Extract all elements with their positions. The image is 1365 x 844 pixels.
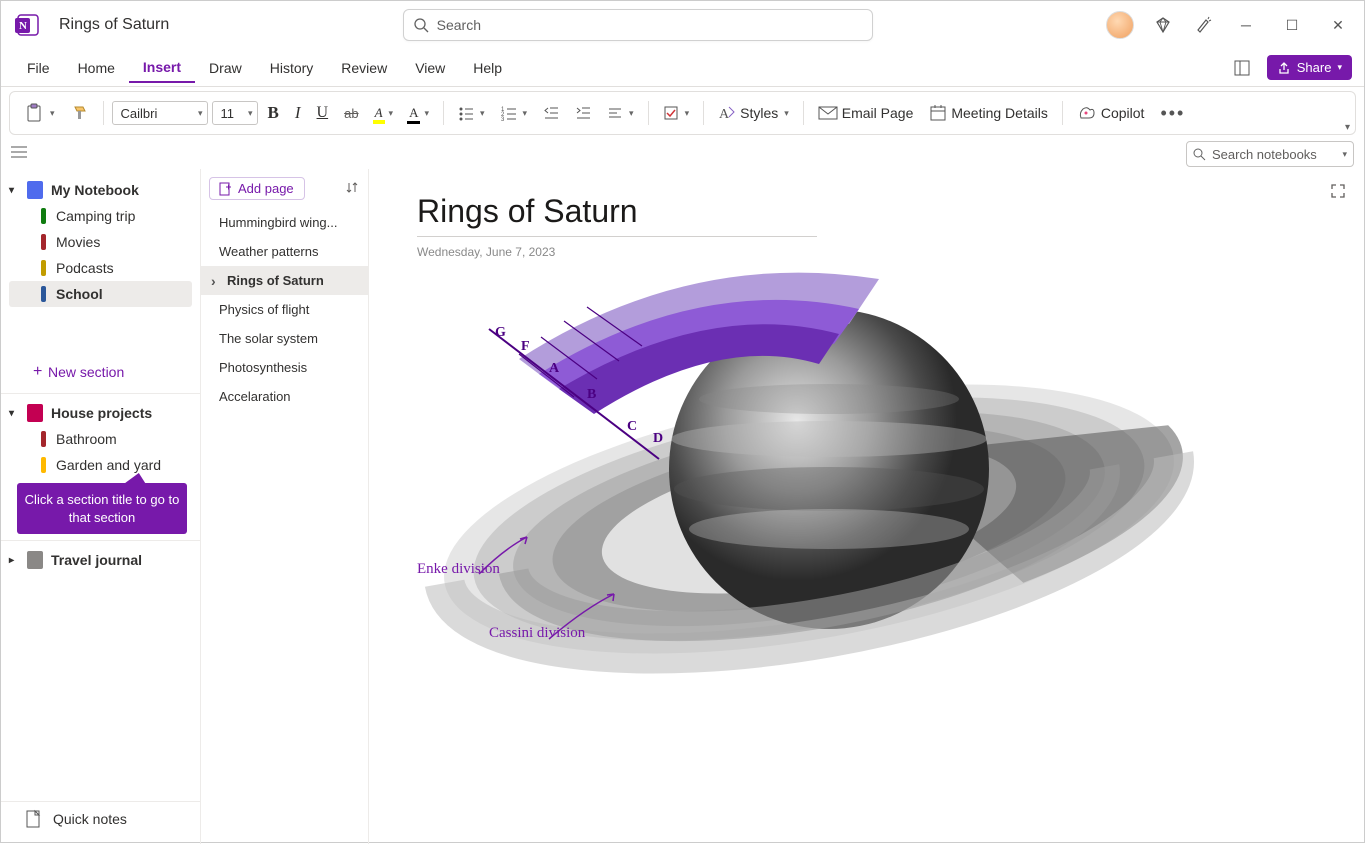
quick-notes-button[interactable]: Quick notes [1,801,200,836]
tags-button[interactable]: ▾ [657,101,696,125]
title-bar: N Rings of Saturn Search ─ ☐ ✕ [1,1,1364,49]
search-icon [1193,148,1206,161]
window-title: Rings of Saturn [59,16,169,34]
cassini-label: Cassini division [489,625,585,642]
format-painter-button[interactable] [65,100,95,126]
bold-button[interactable]: B [262,99,285,127]
expand-canvas-icon[interactable] [1330,183,1346,204]
highlight-button[interactable]: A▾ [369,101,399,125]
copilot-button[interactable]: Copilot [1071,100,1151,126]
sub-bar: Search notebooks [1,139,1364,169]
outdent-button[interactable] [537,101,565,125]
notebook-nav: ▾ My Notebook Camping trip Movies Podcas… [1,169,201,844]
page-photosynthesis[interactable]: Photosynthesis [201,353,368,382]
section-school[interactable]: School [9,281,192,307]
tab-help[interactable]: Help [459,54,516,82]
maximize-button[interactable]: ☐ [1278,17,1306,34]
paste-button[interactable]: ▾ [18,99,61,127]
search-placeholder: Search [437,17,481,33]
font-color-button[interactable]: A▾ [403,101,435,125]
notebook-travel-journal[interactable]: ▸ Travel journal [1,547,200,573]
close-button[interactable]: ✕ [1324,17,1352,34]
envelope-icon [818,105,838,121]
svg-text:3: 3 [501,117,505,123]
add-page-icon [218,182,232,196]
tab-home[interactable]: Home [64,54,129,82]
italic-button[interactable]: I [289,99,307,127]
diamond-icon[interactable] [1152,16,1174,34]
page-list: Add page Hummingbird wing... Weather pat… [201,169,369,844]
calendar-icon [929,104,947,122]
saturn-illustration: G F A B C D Enke division Cassini divisi… [409,239,1189,719]
font-family-select[interactable]: Cailbri [112,101,208,125]
tab-draw[interactable]: Draw [195,54,256,82]
share-icon [1277,61,1291,75]
global-search[interactable]: Search [403,9,873,41]
add-page-button[interactable]: Add page [209,177,305,200]
share-label: Share [1297,60,1332,75]
page-hummingbird[interactable]: Hummingbird wing... [201,208,368,237]
section-podcasts[interactable]: Podcasts [9,255,192,281]
ring-label-c: C [627,419,637,435]
bullets-button[interactable]: ▾ [452,101,491,125]
app-icon: N [15,10,45,40]
underline-button[interactable]: U [311,100,335,126]
ribbon-expand-icon[interactable]: ▾ [1345,122,1350,133]
notebook-icon [27,181,43,199]
search-icon [414,18,429,33]
tab-file[interactable]: File [13,54,64,82]
tab-insert[interactable]: Insert [129,53,195,83]
section-bathroom[interactable]: Bathroom [9,426,192,452]
ring-label-g: G [495,325,506,341]
new-section-button[interactable]: +New section [1,357,200,387]
page-solar-system[interactable]: The solar system [201,324,368,353]
share-button[interactable]: Share ▾ [1267,55,1352,80]
nav-toggle-icon[interactable] [11,145,31,163]
styles-icon: A [718,104,736,122]
ring-label-b: B [587,387,596,403]
section-camping-trip[interactable]: Camping trip [9,203,192,229]
ring-label-f: F [521,339,530,355]
user-avatar[interactable] [1106,11,1134,39]
formatting-toolbar: ▾ Cailbri 11 B I U ab A▾ A▾ ▾ 123▾ ▾ ▾ A… [9,91,1356,135]
email-page-button[interactable]: Email Page [812,101,920,125]
pen-sparkle-icon[interactable] [1192,16,1214,34]
notebook-icon [27,404,43,422]
page-physics[interactable]: Physics of flight [201,295,368,324]
ring-label-d: D [653,431,663,447]
ribbon-tabs: File Home Insert Draw History Review Vie… [1,49,1364,87]
numbering-button[interactable]: 123▾ [495,101,534,125]
section-garden[interactable]: Garden and yard [9,452,192,478]
enke-label: Enke division [417,561,500,578]
notebook-my-notebook[interactable]: ▾ My Notebook [1,177,200,203]
page-weather[interactable]: Weather patterns [201,237,368,266]
meeting-details-button[interactable]: Meeting Details [923,100,1054,126]
styles-button[interactable]: AStyles▾ [712,100,795,126]
svg-text:A: A [719,107,730,122]
search-notebooks[interactable]: Search notebooks [1186,141,1354,167]
indent-button[interactable] [569,101,597,125]
page-accelaration[interactable]: Accelaration [201,382,368,411]
fullpage-view-icon[interactable] [1227,60,1257,76]
page-title[interactable]: Rings of Saturn [417,193,817,237]
svg-text:N: N [19,20,27,32]
tab-history[interactable]: History [256,54,328,82]
coach-tooltip: Click a section title to go to that sect… [17,483,187,534]
notebook-icon [27,551,43,569]
strikethrough-button[interactable]: ab [338,102,364,125]
font-size-select[interactable]: 11 [212,101,258,125]
page-canvas[interactable]: Rings of Saturn Wednesday, June 7, 2023 [369,169,1364,844]
align-button[interactable]: ▾ [601,101,640,125]
page-rings-of-saturn[interactable]: Rings of Saturn [201,266,368,295]
notebook-house-projects[interactable]: ▾ House projects [1,400,200,426]
tab-review[interactable]: Review [327,54,401,82]
sort-pages-icon[interactable] [346,180,360,197]
copilot-icon [1077,104,1097,122]
minimize-button[interactable]: ─ [1232,17,1260,33]
section-movies[interactable]: Movies [9,229,192,255]
more-button[interactable]: ••• [1154,99,1191,128]
page-icon [25,810,41,828]
ring-label-a: A [549,361,559,377]
tab-view[interactable]: View [401,54,459,82]
